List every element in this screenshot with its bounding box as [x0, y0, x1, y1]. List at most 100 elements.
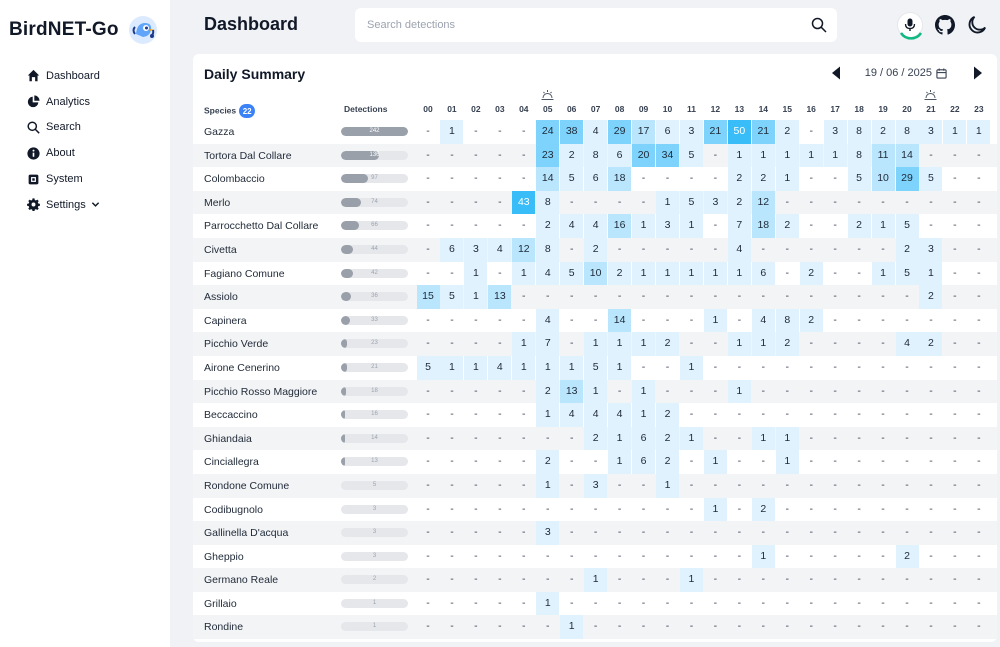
species-name-link[interactable]: Merlo	[204, 197, 230, 209]
hour-cell[interactable]: 1	[871, 214, 895, 238]
species-name-link[interactable]: Picchio Rosso Maggiore	[204, 386, 317, 398]
hour-cell[interactable]: 5	[584, 355, 608, 380]
table-row[interactable]: Capinera 33- - - - -4- -14- - -1-4 8 2- - - - - - -	[193, 308, 997, 333]
hour-cell[interactable]: 2	[727, 190, 751, 215]
species-name-link[interactable]: Rondine	[204, 621, 243, 633]
hour-cell[interactable]: 4	[536, 261, 560, 286]
hour-cell[interactable]: 2	[656, 426, 679, 451]
sidebar-item-settings[interactable]: Settings	[26, 192, 100, 218]
hour-cell[interactable]: 2	[799, 261, 823, 286]
hour-cell[interactable]: 1	[679, 214, 703, 238]
hour-cell[interactable]: 23	[536, 143, 560, 168]
hour-cell[interactable]: 1	[512, 355, 536, 380]
hour-cell[interactable]: 1	[823, 143, 847, 168]
hour-cell[interactable]: 3	[679, 120, 703, 144]
hour-cell[interactable]: 1	[632, 379, 656, 404]
table-row[interactable]: Rondone Comune 5- - - - -1-3- -1- - - - - - - - - - - - -	[193, 473, 997, 498]
hour-cell[interactable]: 15	[416, 285, 440, 309]
hour-cell[interactable]: 1	[440, 120, 464, 144]
hour-cell[interactable]: 8	[847, 143, 871, 168]
hour-cell[interactable]: 2	[751, 167, 775, 191]
hour-cell[interactable]: 1	[632, 403, 656, 427]
hour-cell[interactable]: 8	[775, 308, 799, 333]
hour-cell[interactable]: 7	[727, 214, 751, 238]
species-name-link[interactable]: Codibugnolo	[204, 504, 263, 516]
hour-cell[interactable]: 13	[560, 379, 584, 404]
hour-cell[interactable]: 1	[703, 308, 727, 333]
date-picker[interactable]: 19 / 06 / 2025	[865, 67, 932, 79]
hour-cell[interactable]: 1	[703, 450, 727, 474]
sidebar-item-dashboard[interactable]: Dashboard	[26, 63, 100, 89]
hour-cell[interactable]: 1	[608, 355, 632, 380]
hour-cell[interactable]: 10	[871, 167, 895, 191]
table-row[interactable]: Codibugnolo 3- - - - - - - - - - - -1-2- - - - - - - - -	[193, 497, 997, 522]
species-name-link[interactable]: Germano Reale	[204, 574, 278, 586]
hour-cell[interactable]: 1	[464, 285, 488, 309]
sidebar-item-about[interactable]: About	[26, 140, 100, 166]
hour-cell[interactable]: 4	[584, 403, 608, 427]
detections-column-header[interactable]: Detections	[344, 104, 387, 114]
hour-cell[interactable]: 1	[512, 261, 536, 286]
species-column-header[interactable]: Species 22	[204, 104, 256, 118]
table-row[interactable]: Rondine 1- - - - - -1- - - - - - - - - - - - - - - - -	[193, 615, 997, 640]
table-row[interactable]: Beccaccino 16- - - - -1 4 4 4 1 2- - - - - - - - - - - - -	[193, 403, 997, 427]
hour-cell[interactable]: 6	[632, 426, 656, 451]
species-name-link[interactable]: Picchio Verde	[204, 338, 268, 350]
hour-cell[interactable]: 2	[895, 544, 919, 569]
hour-cell[interactable]: 1	[656, 190, 679, 215]
hour-cell[interactable]: 8	[895, 120, 919, 144]
hour-cell[interactable]: 4	[584, 120, 608, 144]
hour-cell[interactable]: 2	[656, 450, 679, 474]
hour-cell[interactable]: 2	[536, 214, 560, 238]
hour-cell[interactable]: 1	[871, 261, 895, 286]
hour-cell[interactable]: 3	[823, 120, 847, 144]
species-name-link[interactable]: Airone Cenerino	[204, 362, 280, 374]
table-row[interactable]: Parrocchetto Dal Collare 66- - - - -2 4 4 16 1 3 1-…	[193, 214, 997, 238]
hour-cell[interactable]: 12	[512, 237, 536, 262]
hour-cell[interactable]: 20	[632, 143, 656, 168]
hour-cell[interactable]: 4	[536, 308, 560, 333]
hour-cell[interactable]: 2	[584, 237, 608, 262]
search-input[interactable]	[355, 8, 811, 42]
table-row[interactable]: Merlo 74- - - -43 8- - - -1 5 3 2 12- - - - - - - - -	[193, 190, 997, 215]
hour-cell[interactable]: 12	[751, 190, 775, 215]
hour-cell[interactable]: 18	[751, 214, 775, 238]
hour-cell[interactable]: 14	[608, 308, 632, 333]
hour-cell[interactable]: 1	[799, 143, 823, 168]
hour-cell[interactable]: 16	[608, 214, 632, 238]
hour-cell[interactable]: 1	[440, 355, 464, 380]
hour-cell[interactable]: 1	[703, 261, 727, 286]
sidebar-item-search[interactable]: Search	[26, 115, 100, 141]
hour-cell[interactable]: 18	[608, 167, 632, 191]
hour-cell[interactable]: 2	[775, 332, 799, 356]
hour-cell[interactable]: 2	[560, 143, 584, 168]
hour-cell[interactable]: 2	[536, 379, 560, 404]
hour-cell[interactable]: 1	[536, 591, 560, 616]
table-row[interactable]: Grillaio 1- - - - -1- - - - - - - - - - - - - - - - - -	[193, 591, 997, 616]
hour-cell[interactable]: 1	[967, 120, 991, 144]
hour-cell[interactable]: 2	[656, 403, 679, 427]
hour-cell[interactable]: 6	[440, 237, 464, 262]
next-day-button[interactable]	[973, 66, 983, 80]
hour-cell[interactable]: 8	[584, 143, 608, 168]
hour-cell[interactable]: 1	[727, 379, 751, 404]
species-name-link[interactable]: Colombaccio	[204, 173, 265, 185]
hour-cell[interactable]: 1	[775, 143, 799, 168]
hour-cell[interactable]: 1	[727, 143, 751, 168]
species-name-link[interactable]: Grillaio	[204, 598, 237, 610]
hour-cell[interactable]: 2	[871, 120, 895, 144]
hour-cell[interactable]: 1	[703, 497, 727, 522]
table-row[interactable]: Tortora Dal Collare 136- - - - -23 2 8 6 20 34 5-1 1…	[193, 143, 997, 168]
hour-cell[interactable]: 1	[536, 473, 560, 498]
hour-cell[interactable]: 5	[679, 190, 703, 215]
table-row[interactable]: Gallinella D'acqua 3- - - - -3- - - - - - - - - - - - - - -…	[193, 521, 997, 545]
hour-cell[interactable]: 5	[895, 214, 919, 238]
hour-cell[interactable]: 14	[895, 143, 919, 168]
hour-cell[interactable]: 1	[751, 426, 775, 451]
hour-cell[interactable]: 14	[536, 167, 560, 191]
hour-cell[interactable]: 5	[560, 167, 584, 191]
hour-cell[interactable]: 21	[703, 120, 727, 144]
table-row[interactable]: Ghiandaia 14- - - - - - -2 1 6 2 1- -1 1- - - - - - - -	[193, 426, 997, 451]
hour-cell[interactable]: 1	[656, 261, 679, 286]
hour-cell[interactable]: 5	[440, 285, 464, 309]
